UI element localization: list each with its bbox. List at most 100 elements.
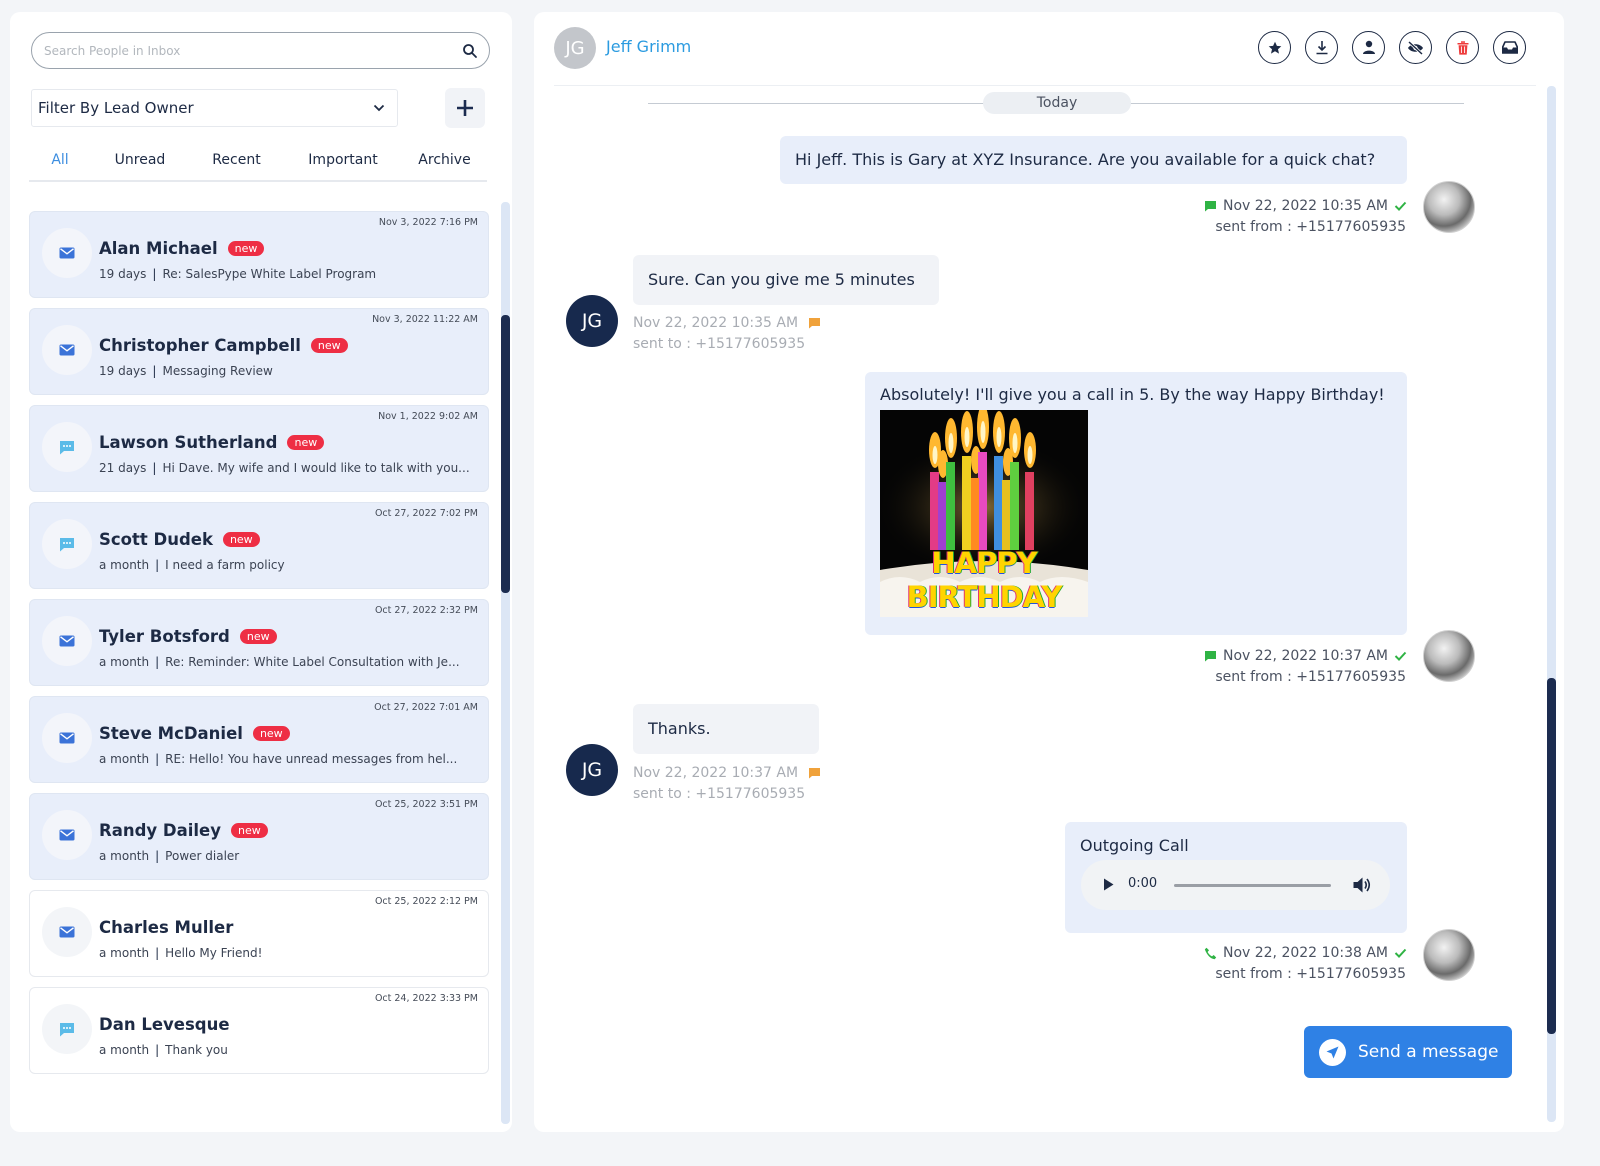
inbox-search[interactable] [31,32,490,69]
new-badge: new [231,823,268,838]
new-badge: new [239,629,277,644]
conversation-card[interactable]: Oct 25, 2022 3:51 PM Randy Dailey new a mon… [29,793,489,880]
contact-name[interactable]: Randy Dailey new [99,821,268,840]
message-text: Thanks. [648,719,711,738]
contact-name-text: Charles Muller [99,918,234,937]
star-icon [1268,41,1281,54]
new-badge: new [252,726,290,741]
check-icon [1394,651,1407,661]
message-meta: Nov 22, 2022 10:38 AM sent from : +15177… [1204,945,1407,982]
audio-player[interactable]: 0:00 [1081,860,1390,910]
contact-name[interactable]: Dan Levesque [99,1015,230,1034]
conversation-summary: a month | Re: Reminder: White Label Consul… [99,655,471,669]
contact-name[interactable]: Jeff Grimm [606,37,691,56]
contact-name[interactable]: Tyler Botsford new [99,627,277,646]
conversation-preview: I need a farm policy [165,558,285,572]
conversation-card[interactable]: Nov 3, 2022 7:16 PM Alan Michael new 19 day… [29,211,489,298]
lead-owner-filter[interactable]: Filter By Lead Owner [31,89,398,127]
conversation-summary: a month | Thank you [99,1043,471,1057]
conversation-panel: JG Jeff Grimm Today Hi Jeff. This is Gar… [534,12,1564,1132]
conversation-card[interactable]: Nov 1, 2022 9:02 AM Lawson Sutherland new 2… [29,405,489,492]
add-conversation-button[interactable] [445,88,485,128]
incoming-sms-icon [809,768,821,779]
conversation-card[interactable]: Nov 3, 2022 11:22 AM Christopher Campbell… [29,308,489,395]
audio-time: 0:00 [1128,876,1158,891]
envelope-icon [42,616,92,666]
search-icon[interactable] [462,43,478,59]
sms-icon [1204,651,1216,662]
play-icon[interactable] [1103,878,1114,891]
message-text: Hi Jeff. This is Gary at XYZ Insurance. … [795,150,1376,169]
star-button[interactable] [1258,31,1291,64]
contact-name[interactable]: Steve McDaniel new [99,724,290,743]
contact-name[interactable]: Scott Dudek new [99,530,260,549]
contact-name-text: Scott Dudek [99,530,213,549]
tab-recent[interactable]: Recent [189,146,284,180]
separator: | [152,461,157,475]
conversation-date: Oct 27, 2022 7:02 PM [374,508,478,519]
scrollbar-thumb[interactable] [1547,678,1556,1034]
download-button[interactable] [1305,31,1338,64]
conversation-preview: Power dialer [165,849,240,863]
incoming-sms-icon [809,318,821,329]
agent-avatar [1423,630,1475,682]
audio-progress-bar[interactable] [1174,884,1331,887]
hide-icon [1407,40,1424,55]
contact-name[interactable]: Lawson Sutherland new [99,433,325,452]
message-route: sent from : +15177605935 [1215,966,1406,982]
conversation-date: Oct 25, 2022 3:51 PM [374,799,478,810]
separator: | [155,655,160,669]
conversation-card[interactable]: Oct 27, 2022 7:02 PM Scott Dudek new a mont… [29,502,489,589]
trash-icon [1457,40,1468,55]
conversation-card[interactable]: Oct 24, 2022 3:33 PM Dan Levesque a month |… [29,987,489,1074]
contact-name[interactable]: Charles Muller [99,918,233,937]
conversation-summary: 19 days | Messaging Review [99,364,471,378]
conversation-age: 19 days [99,364,147,378]
volume-icon[interactable] [1353,877,1371,893]
conversation-card[interactable]: Oct 25, 2022 2:12 PM Charles Muller a mont… [29,890,489,977]
birthday-cake-image[interactable]: HAPPY BIRTHDAY [880,410,1088,617]
message-route: sent from : +15177605935 [1215,669,1406,685]
contact-message-avatar: JG [566,744,618,796]
tab-archive[interactable]: Archive [402,146,487,180]
outgoing-call-message: Outgoing Call 0:00 [1065,822,1407,933]
conversation-card[interactable]: Oct 27, 2022 2:32 PM Tyler Botsford new a m… [29,599,489,686]
inbox-icon [1501,41,1518,54]
conversation-preview: Re: Reminder: White Label Consultation w… [165,655,460,669]
inbox-panel: Filter By Lead Owner All Unread Recent I… [10,12,512,1132]
conversation-date: Nov 3, 2022 11:22 AM [372,314,478,325]
scrollbar-thumb[interactable] [501,315,510,593]
separator: | [152,267,157,281]
conversation-preview: Hi Dave. My wife and I would like to tal… [162,461,470,475]
contact-profile-button[interactable] [1352,31,1385,64]
phone-icon [1204,947,1217,959]
hide-button[interactable] [1399,31,1432,64]
contact-name[interactable]: Christopher Campbell new [99,336,348,355]
envelope-icon [42,713,92,763]
conversation-summary: 19 days | Re: SalesPype White Label Progra… [99,267,471,281]
conversation-card[interactable]: Oct 27, 2022 7:01 AM Steve McDaniel new a m… [29,696,489,783]
send-message-button[interactable]: Send a message [1304,1026,1512,1078]
sms-icon [42,422,92,472]
tab-important[interactable]: Important [284,146,402,180]
conversation-actions [1258,31,1526,64]
conversation-date: Oct 27, 2022 2:32 PM [374,605,478,616]
contact-name-text: Dan Levesque [99,1015,230,1034]
separator: | [155,1043,160,1057]
header-divider [554,85,1536,86]
tab-unread[interactable]: Unread [91,146,189,180]
move-to-inbox-button[interactable] [1493,31,1526,64]
search-input[interactable] [44,33,444,68]
tab-all[interactable]: All [29,146,91,180]
message-route: sent to : +15177605935 [633,786,806,802]
message-time: Nov 22, 2022 10:37 AM [633,765,799,781]
delete-button[interactable] [1446,31,1479,64]
send-label: Send a message [1358,1042,1499,1062]
plus-icon [457,100,473,116]
day-label: Today [983,92,1131,114]
agent-avatar [1423,929,1475,981]
new-badge: new [227,241,265,256]
contact-name-text: Alan Michael [99,239,218,258]
contact-name[interactable]: Alan Michael new [99,239,265,258]
conversation-date: Nov 3, 2022 7:16 PM [378,217,478,228]
